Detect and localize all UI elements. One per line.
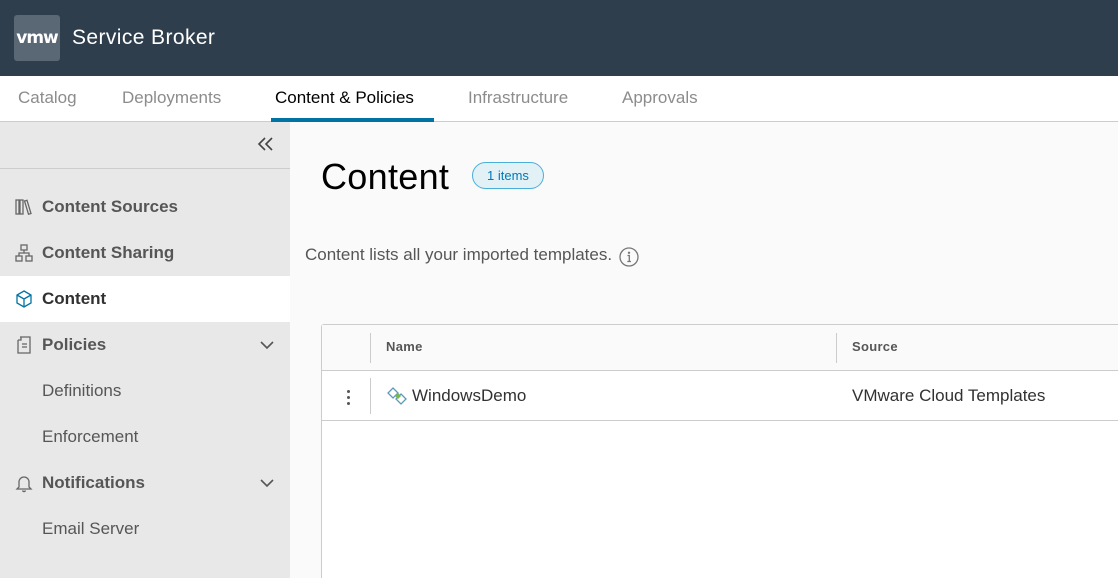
policy-icon xyxy=(14,335,34,355)
column-header-name[interactable]: Name xyxy=(386,339,423,354)
sidebar-subitem-email-server[interactable]: Email Server xyxy=(42,506,139,552)
sidebar: Content Sources Content Sharing Content … xyxy=(0,122,290,578)
tab-catalog[interactable]: Catalog xyxy=(18,76,77,122)
app-title: Service Broker xyxy=(72,26,216,49)
main-content: Content 1 items Content lists all your i… xyxy=(290,122,1118,578)
tab-approvals[interactable]: Approvals xyxy=(622,76,698,122)
row-name-link[interactable]: WindowsDemo xyxy=(386,385,526,407)
item-count-badge: 1 items xyxy=(472,162,544,189)
column-separator xyxy=(370,378,371,414)
sidebar-subitem-definitions[interactable]: Definitions xyxy=(42,368,121,414)
row-source-text: VMware Cloud Templates xyxy=(852,386,1046,405)
bell-icon xyxy=(14,473,34,493)
datagrid-header: Name Source xyxy=(322,325,1118,371)
sidebar-item-notifications[interactable]: Notifications xyxy=(0,460,290,506)
sidebar-item-label: Notifications xyxy=(42,473,145,492)
column-separator xyxy=(370,333,371,363)
sidebar-item-policies[interactable]: Policies xyxy=(0,322,290,368)
cube-icon xyxy=(14,289,34,309)
content-datagrid: Name Source WindowsDemo VMware Cloud Tem… xyxy=(321,324,1118,578)
chevron-down-icon[interactable] xyxy=(258,336,276,354)
main-tabs: Catalog Deployments Content & Policies I… xyxy=(0,76,1118,122)
tab-deployments[interactable]: Deployments xyxy=(122,76,221,122)
column-resize-handle[interactable] xyxy=(836,333,837,363)
sidebar-item-label: Policies xyxy=(42,335,107,354)
sidebar-item-content-sources[interactable]: Content Sources xyxy=(0,184,290,230)
sidebar-item-content[interactable]: Content xyxy=(0,276,290,322)
page-title: Content xyxy=(321,156,450,197)
chevron-down-icon[interactable] xyxy=(258,474,276,492)
tab-infrastructure[interactable]: Infrastructure xyxy=(468,76,568,122)
table-row: WindowsDemo VMware Cloud Templates xyxy=(322,372,1118,421)
library-icon xyxy=(14,197,34,217)
cloud-template-icon xyxy=(386,385,408,407)
description-text: Content lists all your imported template… xyxy=(305,245,613,264)
app-header: vmw Service Broker xyxy=(0,0,1118,76)
vmware-logo[interactable]: vmw xyxy=(14,15,60,61)
row-actions-kebab-icon[interactable] xyxy=(339,384,357,410)
sidebar-item-label: Content xyxy=(42,289,107,308)
page-description: Content lists all your imported template… xyxy=(305,242,640,268)
sidebar-subitem-enforcement[interactable]: Enforcement xyxy=(42,414,138,460)
info-icon[interactable] xyxy=(618,246,640,268)
tab-content-policies[interactable]: Content & Policies xyxy=(275,76,414,122)
double-chevron-left-icon[interactable] xyxy=(256,134,276,154)
sidebar-item-content-sharing[interactable]: Content Sharing xyxy=(0,230,290,276)
sidebar-item-label: Content Sources xyxy=(42,197,179,216)
row-name-text: WindowsDemo xyxy=(412,386,527,405)
sidebar-collapse-bar xyxy=(0,122,290,169)
sharing-tree-icon xyxy=(14,243,34,263)
sidebar-item-label: Content Sharing xyxy=(42,243,175,262)
column-header-source[interactable]: Source xyxy=(852,339,898,354)
